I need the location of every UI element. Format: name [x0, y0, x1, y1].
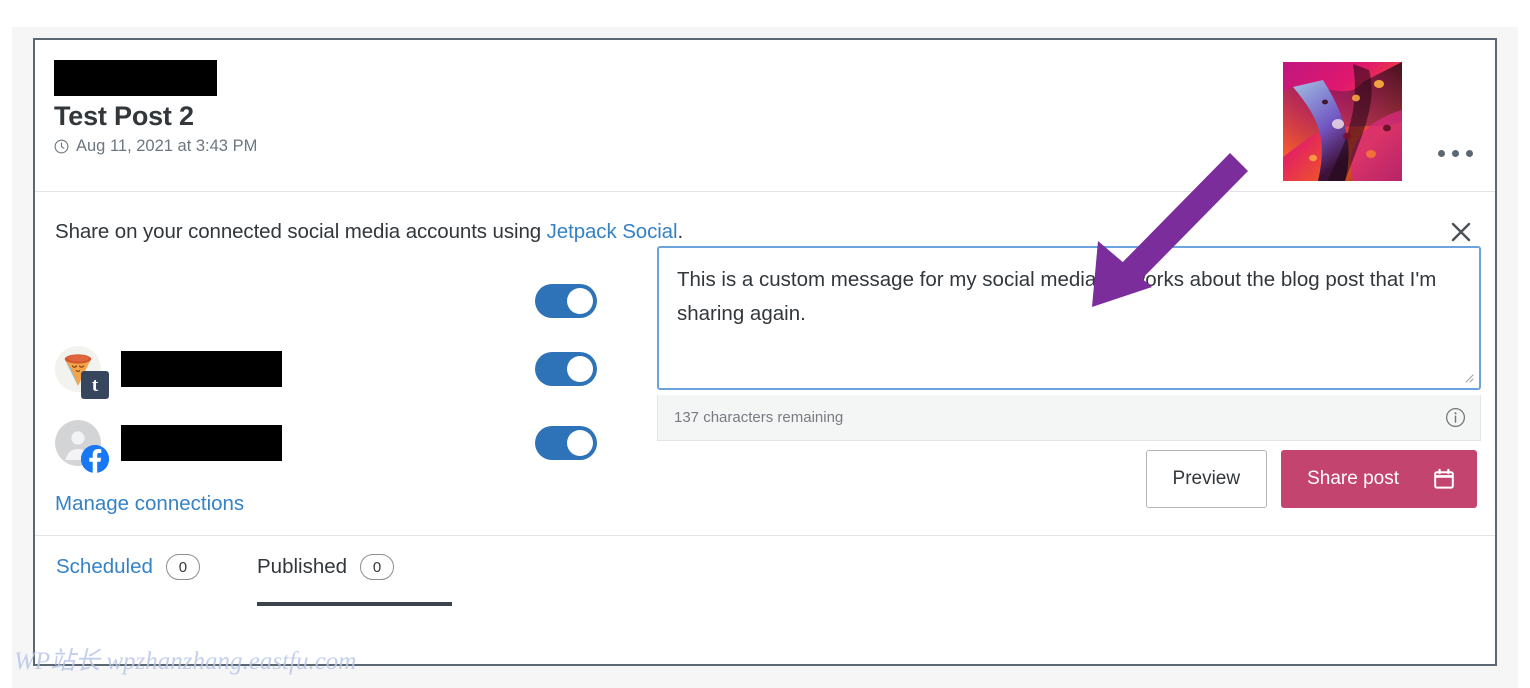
connection-row: t	[55, 332, 630, 406]
more-options-button[interactable]	[1438, 150, 1473, 157]
ellipsis-icon-dot	[1452, 150, 1459, 157]
ellipsis-icon-dot	[1438, 150, 1445, 157]
tab-scheduled-count: 0	[165, 554, 200, 580]
share-intro-prefix: Share on your connected social media acc…	[55, 220, 547, 243]
jetpack-social-link[interactable]: Jetpack Social	[547, 220, 678, 243]
share-panel: Share on your connected social media acc…	[35, 192, 1495, 536]
connection-row	[55, 406, 630, 480]
tab-scheduled[interactable]: Scheduled 0	[56, 554, 200, 600]
tab-published-count: 0	[360, 554, 395, 580]
share-post-label: Share post	[1307, 468, 1399, 489]
connection-toggle[interactable]	[535, 426, 597, 460]
tumblr-icon: t	[81, 371, 109, 399]
preview-button[interactable]: Preview	[1145, 450, 1268, 508]
clock-icon	[54, 139, 69, 154]
tab-scheduled-label: Scheduled	[56, 555, 153, 578]
share-post-button[interactable]: Share post	[1281, 450, 1477, 508]
characters-remaining-label: 137 characters remaining	[674, 409, 844, 426]
tab-published-label: Published	[257, 555, 348, 578]
character-counter-bar: 137 characters remaining	[657, 395, 1481, 441]
toggle-knob	[567, 356, 593, 382]
close-icon[interactable]	[1445, 216, 1477, 248]
post-date: Aug 11, 2021 at 3:43 PM	[54, 137, 257, 156]
toggle-knob	[567, 288, 593, 314]
connections-list: t Manage connections	[55, 270, 630, 516]
message-textarea[interactable]	[657, 246, 1481, 390]
message-column: 137 characters remaining	[657, 246, 1481, 441]
redacted-site-name	[54, 60, 217, 96]
info-icon[interactable]	[1445, 407, 1466, 428]
toggle-knob	[567, 430, 593, 456]
share-actions: Preview Share post	[1145, 450, 1477, 508]
share-status-tabs: Scheduled 0 Published 0	[35, 536, 1495, 612]
share-intro-text: Share on your connected social media acc…	[55, 220, 683, 244]
connection-toggle[interactable]	[535, 284, 597, 318]
jetpack-social-card: Test Post 2 Aug 11, 2021 at 3:43 PM Shar…	[33, 38, 1497, 666]
post-thumbnail	[1283, 62, 1402, 181]
facebook-icon	[81, 445, 109, 473]
connection-toggle[interactable]	[535, 352, 597, 386]
redacted-connection-name	[121, 351, 282, 387]
calendar-icon	[1433, 468, 1455, 490]
avatar	[55, 420, 109, 473]
share-intro-suffix: .	[677, 220, 684, 243]
active-tab-underline	[257, 602, 452, 606]
post-date-text: Aug 11, 2021 at 3:43 PM	[76, 136, 258, 155]
tab-published[interactable]: Published 0	[257, 554, 395, 600]
manage-connections-link[interactable]: Manage connections	[55, 492, 244, 516]
post-title: Test Post 2	[54, 101, 194, 131]
redacted-connection-name	[121, 425, 282, 461]
post-meta: Test Post 2 Aug 11, 2021 at 3:43 PM	[54, 60, 257, 156]
avatar: t	[55, 346, 109, 399]
connection-row	[55, 270, 630, 332]
ellipsis-icon-dot	[1466, 150, 1473, 157]
post-header: Test Post 2 Aug 11, 2021 at 3:43 PM	[35, 40, 1495, 192]
